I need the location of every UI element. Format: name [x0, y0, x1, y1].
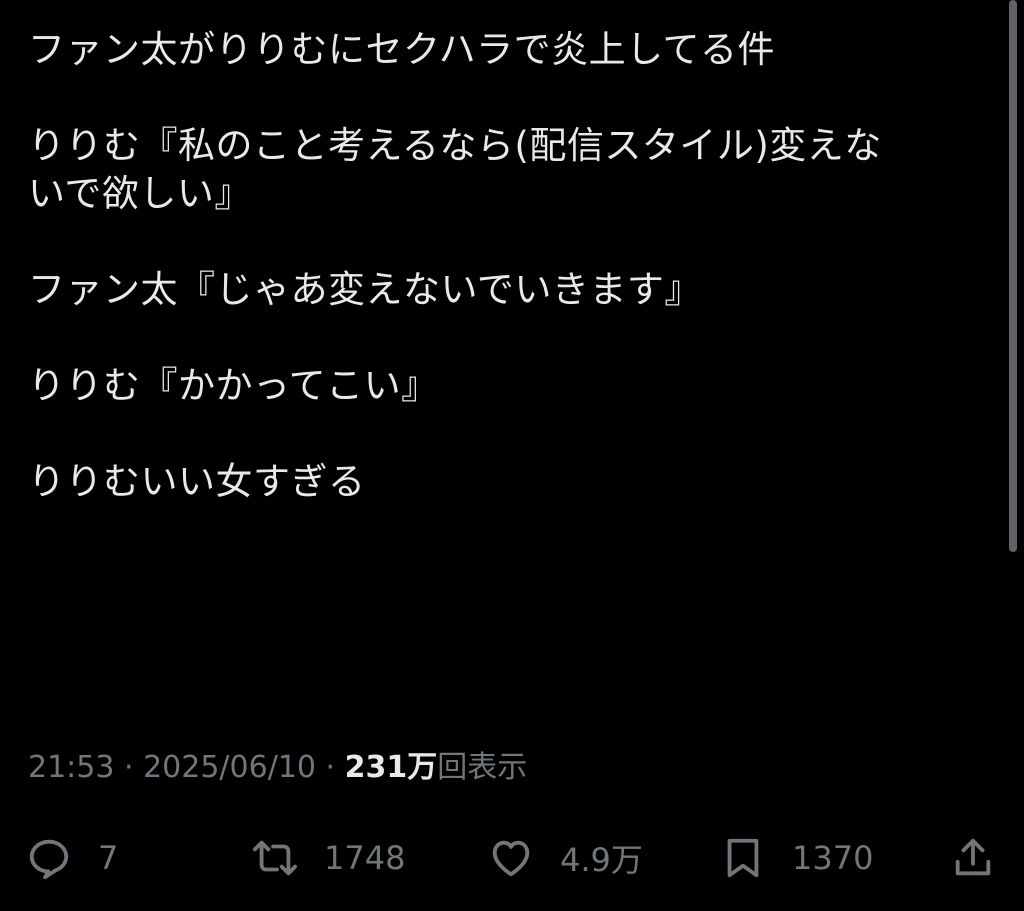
share-button[interactable]	[950, 828, 996, 888]
post-text-line: りりむ『かかってこい』	[28, 364, 439, 407]
views-count[interactable]: 231万	[345, 750, 438, 785]
post-time[interactable]: 21:53	[28, 750, 114, 785]
heart-icon	[488, 835, 534, 881]
share-icon	[950, 835, 996, 881]
reply-count: 7	[98, 839, 119, 877]
repost-count: 1748	[324, 839, 406, 877]
bookmark-icon	[720, 835, 766, 881]
repost-icon	[252, 835, 298, 881]
post-text-line: りりむ『私のこと考えるなら(配信スタイル)変えな	[28, 124, 882, 167]
post-text-line: いで欲しい』	[28, 172, 252, 215]
post-date[interactable]: 2025/06/10	[143, 750, 316, 785]
views-label: 回表示	[437, 750, 528, 785]
action-bar: 7 1748 4.9万 1370	[0, 828, 1024, 888]
repost-button[interactable]: 1748	[252, 828, 405, 888]
like-count: 4.9万	[560, 841, 643, 879]
reply-button[interactable]: 7	[26, 828, 118, 888]
meta-separator: ·	[114, 750, 144, 785]
post-text-line: ファン太がりりむにセクハラで炎上してる件	[28, 28, 776, 71]
post-text-line: りりむいい女すぎる	[28, 460, 366, 503]
scrollbar[interactable]	[1009, 0, 1017, 552]
reply-icon	[26, 835, 72, 881]
like-button[interactable]: 4.9万	[488, 828, 643, 888]
meta-separator: ·	[316, 750, 345, 785]
post-text-line: ファン太『じゃあ変えないでいきます』	[28, 268, 702, 311]
bookmark-button[interactable]: 1370	[720, 828, 873, 888]
post-meta: 21:53 · 2025/06/10 · 231万回表示	[28, 748, 527, 788]
post-body: ファン太がりりむにセクハラで炎上してる件 りりむ『私のこと考えるなら(配信スタイ…	[28, 26, 988, 506]
bookmark-count: 1370	[792, 839, 874, 877]
